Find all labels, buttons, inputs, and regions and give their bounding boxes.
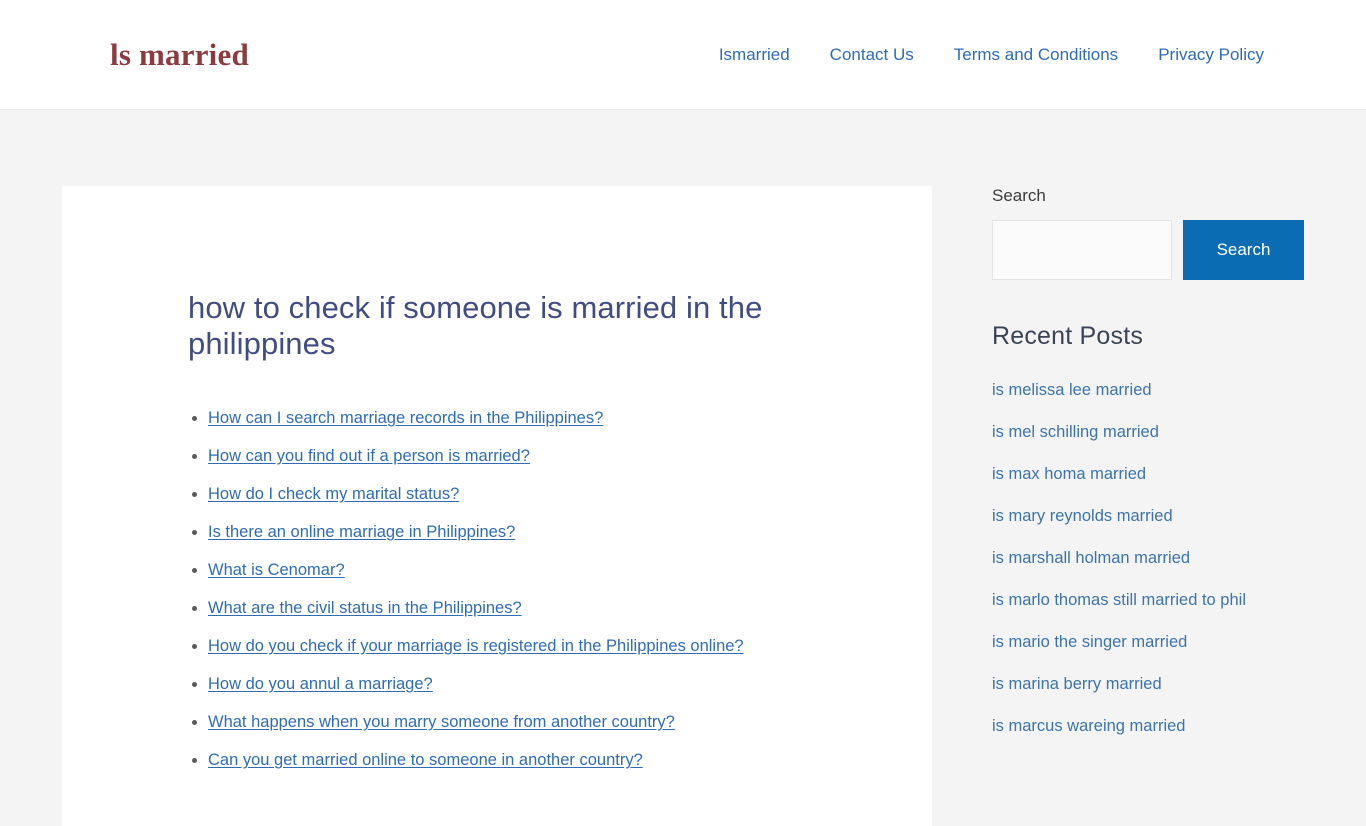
list-item: What is Cenomar? (192, 558, 870, 583)
search-row: Search (992, 220, 1322, 280)
recent-posts-title: Recent Posts (992, 322, 1144, 350)
nav-link-ismarried[interactable]: Ismarried (719, 45, 790, 65)
search-input[interactable] (992, 220, 1172, 280)
nav-link-contact-us[interactable]: Contact Us (830, 45, 914, 65)
toc-link[interactable]: How do I check my marital status? (208, 485, 459, 503)
recent-post-link[interactable]: is max homa married (992, 465, 1146, 483)
recent-post-link[interactable]: is mario the singer married (992, 633, 1187, 651)
list-item: What happens when you marry someone from… (192, 710, 870, 735)
toc-link[interactable]: How can you find out if a person is marr… (208, 447, 530, 465)
article-card: how to check if someone is married in th… (62, 186, 932, 826)
toc-link[interactable]: Is there an online marriage in Philippin… (208, 523, 515, 541)
recent-post-link[interactable]: is marina berry married (992, 675, 1162, 693)
search-label: Search (992, 186, 1046, 205)
recent-post-link[interactable]: is marshall holman married (992, 549, 1190, 567)
recent-post-link[interactable]: is mary reynolds married (992, 507, 1173, 525)
toc-link[interactable]: How do you check if your marriage is reg… (208, 637, 744, 655)
page-title: how to check if someone is married in th… (188, 290, 763, 361)
site-logo[interactable]: ls married (110, 37, 249, 73)
main-navigation: Ismarried Contact Us Terms and Condition… (719, 45, 1264, 65)
list-item: What are the civil status in the Philipp… (192, 596, 870, 621)
site-header: ls married Ismarried Contact Us Terms an… (0, 0, 1366, 110)
nav-link-terms-and-conditions[interactable]: Terms and Conditions (954, 45, 1118, 65)
list-item: is mario the singer married (992, 633, 1322, 652)
list-item: How do you annul a marriage? (192, 672, 870, 697)
toc-link[interactable]: Can you get married online to someone in… (208, 751, 643, 769)
toc-link[interactable]: What are the civil status in the Philipp… (208, 599, 522, 617)
page-wrap: how to check if someone is married in th… (0, 110, 1366, 826)
list-item: is melissa lee married (992, 381, 1322, 400)
list-item: is marina berry married (992, 675, 1322, 694)
toc-link[interactable]: How do you annul a marriage? (208, 675, 433, 693)
recent-posts-list: is melissa lee married is mel schilling … (992, 381, 1322, 736)
list-item: is marcus wareing married (992, 717, 1322, 736)
list-item: is marlo thomas still married to phil (992, 591, 1322, 610)
recent-post-link[interactable]: is marcus wareing married (992, 717, 1185, 735)
list-item: Can you get married online to someone in… (192, 748, 870, 773)
list-item: How can you find out if a person is marr… (192, 444, 870, 469)
nav-link-privacy-policy[interactable]: Privacy Policy (1158, 45, 1264, 65)
recent-post-link[interactable]: is marlo thomas still married to phil (992, 591, 1246, 609)
toc-link[interactable]: What happens when you marry someone from… (208, 713, 675, 731)
list-item: is mel schilling married (992, 423, 1322, 442)
recent-post-link[interactable]: is mel schilling married (992, 423, 1159, 441)
list-item: How do you check if your marriage is reg… (192, 634, 870, 659)
recent-post-link[interactable]: is melissa lee married (992, 381, 1152, 399)
list-item: is max homa married (992, 465, 1322, 484)
recent-posts-widget: Recent Posts is melissa lee married is m… (992, 322, 1322, 736)
table-of-contents: How can I search marriage records in the… (188, 406, 870, 773)
list-item: is marshall holman married (992, 549, 1322, 568)
list-item: How do I check my marital status? (192, 482, 870, 507)
list-item: How can I search marriage records in the… (192, 406, 870, 431)
search-widget: Search Search (992, 186, 1322, 280)
list-item: Is there an online marriage in Philippin… (192, 520, 870, 545)
sidebar: Search Search Recent Posts is melissa le… (992, 186, 1322, 778)
toc-link[interactable]: What is Cenomar? (208, 561, 345, 579)
toc-link[interactable]: How can I search marriage records in the… (208, 409, 603, 427)
list-item: is mary reynolds married (992, 507, 1322, 526)
search-button[interactable]: Search (1183, 220, 1304, 280)
